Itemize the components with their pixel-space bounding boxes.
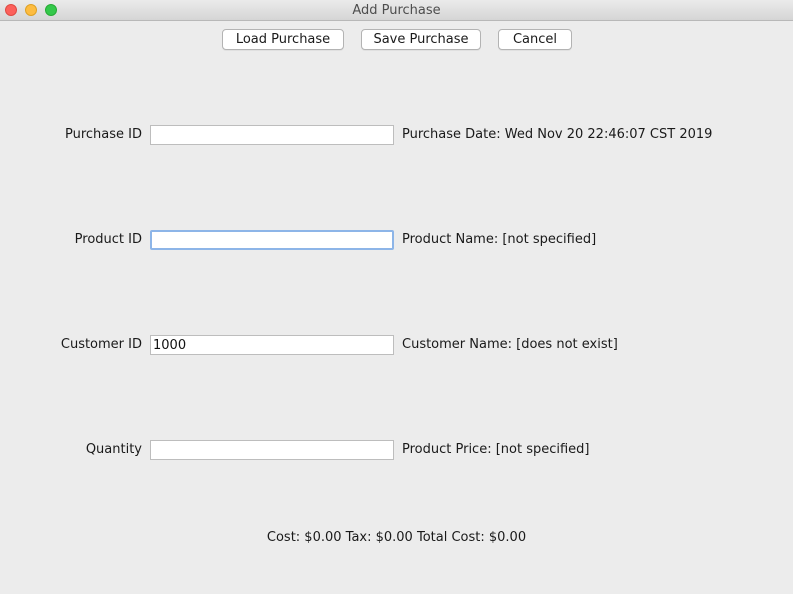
purchase-date-text: Purchase Date: Wed Nov 20 22:46:07 CST 2… <box>402 127 713 142</box>
purchase-id-field[interactable] <box>150 125 394 145</box>
purchase-id-label: Purchase ID <box>64 127 142 142</box>
product-name-text: Product Name: [not specified] <box>402 232 597 247</box>
customer-name-text: Customer Name: [does not exist] <box>402 337 618 352</box>
quantity-label: Quantity <box>85 442 142 457</box>
window-title: Add Purchase <box>352 3 441 18</box>
cost-summary: Cost: $0.00 Tax: $0.00 Total Cost: $0.00 <box>266 530 527 545</box>
cancel-button[interactable]: Cancel <box>498 29 572 50</box>
product-price-text: Product Price: [not specified] <box>402 442 590 457</box>
product-id-field[interactable] <box>150 230 394 250</box>
product-id-label: Product ID <box>74 232 142 247</box>
quantity-field[interactable] <box>150 440 394 460</box>
close-window-icon[interactable] <box>5 4 17 16</box>
customer-id-field[interactable] <box>150 335 394 355</box>
zoom-window-icon[interactable] <box>45 4 57 16</box>
minimize-window-icon[interactable] <box>25 4 37 16</box>
load-purchase-button[interactable]: Load Purchase <box>222 29 344 50</box>
title-bar: Add Purchase <box>0 0 793 21</box>
customer-id-label: Customer ID <box>60 337 142 352</box>
save-purchase-button[interactable]: Save Purchase <box>361 29 481 50</box>
